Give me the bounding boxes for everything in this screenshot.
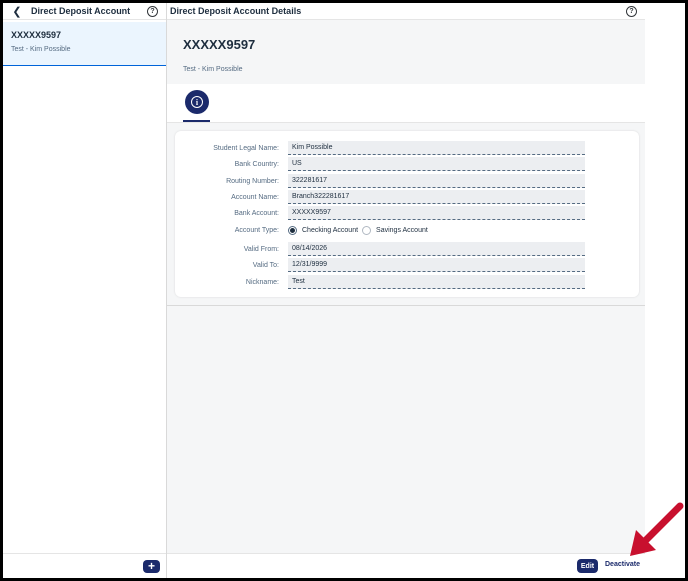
- icon-tab-bar: i: [167, 84, 645, 123]
- checking-account-radio[interactable]: [288, 225, 297, 235]
- add-button[interactable]: +: [143, 559, 160, 573]
- detail-header: Direct Deposit Account Details ?: [167, 3, 645, 20]
- master-list-pane: ❮ Direct Deposit Account ? XXXXX9597 Tes…: [3, 3, 167, 578]
- savings-account-label[interactable]: Savings Account: [376, 227, 428, 234]
- list-item-subtitle: Test - Kim Possible: [11, 46, 71, 53]
- form-row-valid-to: Valid To: 12/31/9999: [175, 258, 639, 272]
- object-title: XXXXX9597: [183, 37, 256, 52]
- info-icon: i: [191, 96, 203, 108]
- checking-account-label[interactable]: Checking Account: [302, 227, 358, 234]
- detail-footer-toolbar: Edit Deactivate: [167, 553, 645, 578]
- list-item-account[interactable]: XXXXX9597 Test - Kim Possible: [3, 22, 166, 66]
- form-row-routing-number: Routing Number: 322281617: [175, 174, 639, 188]
- bank-country-field[interactable]: US: [288, 157, 585, 171]
- help-icon[interactable]: ?: [147, 5, 158, 17]
- detail-pane: Direct Deposit Account Details ? XXXXX95…: [167, 3, 645, 578]
- form-row-student-legal-name: Student Legal Name: Kim Possible: [175, 141, 639, 155]
- form-row-nickname: Nickname: Test: [175, 275, 639, 289]
- account-name-field[interactable]: Branch322281617: [288, 190, 585, 204]
- account-name-label: Account Name:: [231, 193, 279, 201]
- savings-account-radio[interactable]: [362, 225, 372, 235]
- routing-number-field[interactable]: 322281617: [288, 174, 585, 188]
- student-legal-name-label: Student Legal Name:: [213, 144, 279, 152]
- student-legal-name-field[interactable]: Kim Possible: [288, 141, 585, 155]
- details-form-card: Student Legal Name: Kim Possible Bank Co…: [175, 131, 639, 297]
- content-divider: [167, 305, 645, 306]
- form-row-account-name: Account Name: Branch322281617: [175, 190, 639, 204]
- bank-country-label: Bank Country:: [234, 160, 279, 168]
- form-row-account-type: Account Type: Checking Account Savings A…: [175, 223, 639, 237]
- form-row-bank-account: Bank Account: XXXXX9597: [175, 206, 639, 220]
- valid-to-field[interactable]: 12/31/9999: [288, 258, 585, 272]
- object-header: XXXXX9597 Test - Kim Possible: [167, 20, 645, 84]
- chevron-left-icon[interactable]: ❮: [7, 5, 27, 18]
- form-row-valid-from: Valid From: 08/14/2026: [175, 242, 639, 256]
- master-title: Direct Deposit Account: [31, 6, 131, 16]
- nickname-label: Nickname:: [245, 278, 279, 286]
- add-icon: +: [147, 559, 155, 573]
- valid-to-label: Valid To:: [252, 261, 279, 269]
- valid-from-field[interactable]: 08/14/2026: [288, 242, 585, 256]
- object-subtitle: Test - Kim Possible: [183, 66, 243, 73]
- outer-gutter: [645, 3, 685, 578]
- detail-title: Direct Deposit Account Details: [170, 6, 302, 16]
- account-type-label: Account Type:: [234, 226, 279, 234]
- routing-number-label: Routing Number:: [226, 177, 279, 185]
- account-type-radio-group: Checking Account Savings Account: [288, 225, 432, 235]
- master-header: ❮ Direct Deposit Account ?: [3, 3, 166, 20]
- bank-account-label: Bank Account:: [234, 209, 279, 217]
- form-row-bank-country: Bank Country: US: [175, 157, 639, 171]
- list-item-title: XXXXX9597: [11, 30, 62, 40]
- nickname-field[interactable]: Test: [288, 275, 585, 289]
- annotation-arrow-icon: [630, 502, 684, 556]
- tab-info[interactable]: i: [185, 90, 209, 114]
- edit-button[interactable]: Edit: [577, 559, 598, 573]
- bank-account-field[interactable]: XXXXX9597: [288, 206, 585, 220]
- tab-selected-indicator: [183, 120, 210, 122]
- help-icon[interactable]: ?: [626, 5, 637, 17]
- valid-from-label: Valid From:: [243, 245, 279, 253]
- master-footer: +: [3, 553, 166, 578]
